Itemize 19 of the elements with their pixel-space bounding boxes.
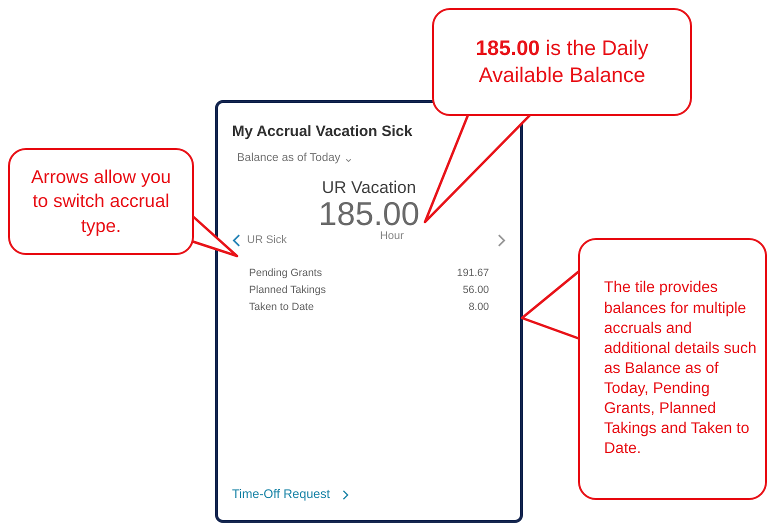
chevron-right-icon [496,234,506,247]
detail-value: 56.00 [462,283,489,298]
detail-label: Planned Takings [249,283,326,298]
previous-accrual-button[interactable]: UR Sick [232,232,287,249]
callout-text: 185.00 is the Daily Available Balance [474,36,650,89]
detail-value: 191.67 [456,266,489,282]
detail-value: 8.00 [468,300,489,315]
time-off-request-link[interactable]: Time-Off Request [232,485,349,504]
callout-text: Arrows allow you to switch accrual type. [30,165,172,238]
tile-title: My Accrual Vacation Sick [232,122,414,142]
accrual-name: UR Vacation [320,178,418,198]
detail-label: Taken to Date [249,300,314,315]
chevron-left-icon [232,234,241,247]
callout-text: The tile provides balances for multiple accruals and additional details such as Balance as of Today, Pending Grants, Planned Takings and Taken to Date. [604,278,757,460]
balance-value: 185.00 [318,197,420,230]
detail-label: Pending Grants [249,266,322,282]
balance-dropdown[interactable]: Balance as of Today [237,150,354,167]
unit-label: Hour [380,229,404,244]
chevron-right-icon [342,490,349,500]
